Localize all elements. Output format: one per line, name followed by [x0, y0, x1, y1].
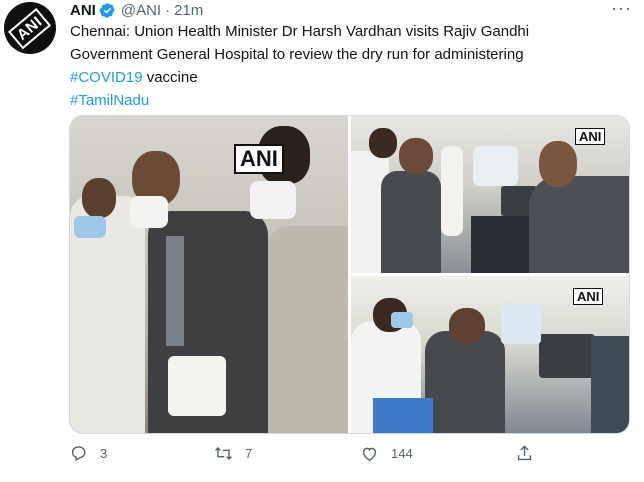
photo-top-right[interactable]: ANI	[351, 116, 629, 273]
photo-bottom-right[interactable]: ANI	[351, 276, 629, 433]
ani-watermark: ANI	[573, 288, 604, 305]
ani-watermark: ANI	[234, 144, 284, 174]
tweet-text: Chennai: Union Health Minister Dr Harsh …	[70, 20, 630, 112]
share-icon	[517, 445, 532, 461]
verified-badge-icon	[99, 2, 115, 18]
tweet-actions: 3 7 144	[69, 444, 629, 464]
share-button[interactable]	[515, 444, 546, 463]
tweet-text-line: Government General Hospital to review th…	[70, 46, 524, 63]
tweet-text-fragment: vaccine	[142, 69, 198, 86]
tweet-text-line: #TamilNadu	[70, 89, 630, 112]
like-count: 144	[391, 446, 413, 461]
like-button[interactable]: 144	[360, 444, 413, 463]
reply-icon	[71, 446, 86, 462]
ani-watermark: ANI	[575, 128, 606, 145]
photo-main[interactable]: ANI	[70, 116, 348, 433]
retweet-count: 7	[245, 446, 253, 461]
reply-button[interactable]: 3	[69, 444, 107, 463]
hashtag-tamilnadu[interactable]: #TamilNadu	[70, 92, 149, 109]
retweet-icon	[215, 446, 232, 461]
author-name[interactable]: ANI	[70, 2, 96, 19]
separator-dot: ·	[165, 1, 171, 19]
avatar[interactable]: ANI	[4, 2, 56, 54]
tweet-header: ANI @ANI · 21m	[70, 0, 203, 20]
like-icon	[362, 447, 377, 462]
timestamp[interactable]: 21m	[174, 2, 203, 19]
tweet-text-line: Chennai: Union Health Minister Dr Harsh …	[70, 23, 530, 40]
tweet-text-line: #COVID19 vaccine	[70, 66, 630, 89]
reply-count: 3	[100, 446, 108, 461]
media-grid: ANI ANI ANI	[69, 115, 630, 434]
more-icon[interactable]: ···	[611, 0, 632, 19]
retweet-button[interactable]: 7	[214, 444, 252, 463]
author-handle[interactable]: @ANI	[121, 2, 161, 19]
hashtag-covid19[interactable]: #COVID19	[70, 69, 143, 86]
ani-logo: ANI	[8, 7, 52, 49]
